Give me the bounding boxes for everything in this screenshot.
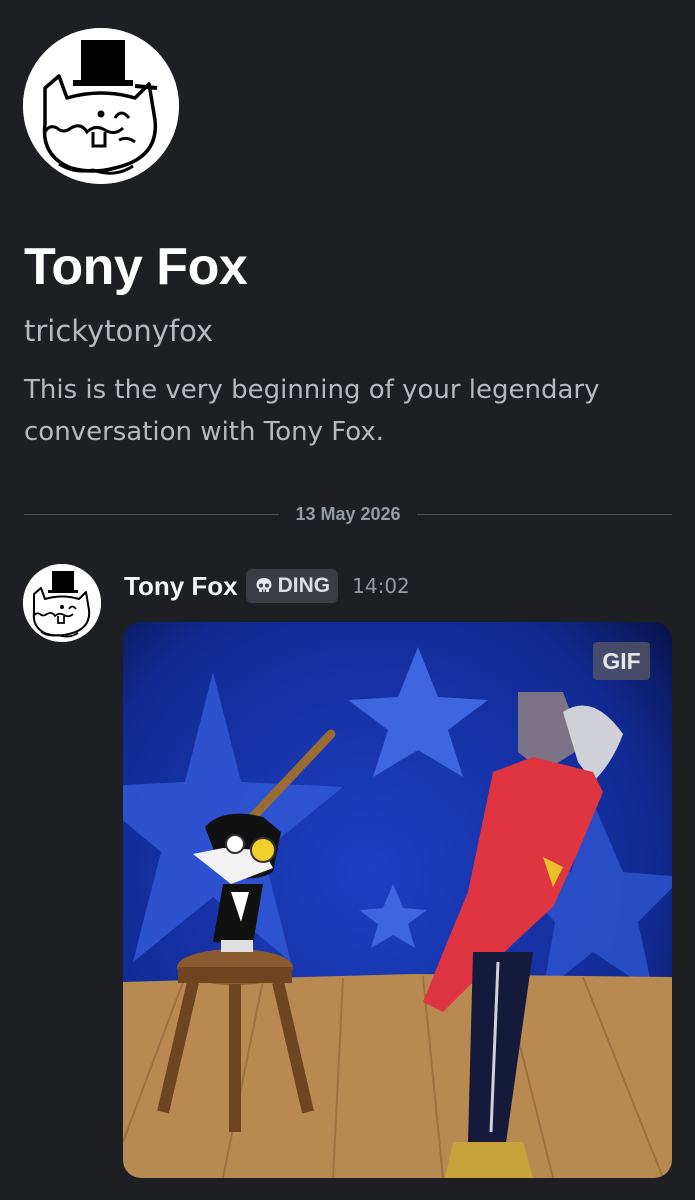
profile-display-name: Tony Fox [24,238,248,296]
server-tag-label: DING [277,574,331,597]
profile-avatar[interactable] [23,28,179,184]
gif-attachment[interactable]: GIF [123,622,672,1178]
message-header: Tony Fox DING 14:02 [124,568,410,604]
conversation-intro: This is the very beginning of your legen… [24,375,600,447]
message-author[interactable]: Tony Fox [124,571,238,602]
divider-line-left [24,513,280,515]
server-tag[interactable]: DING [245,569,339,603]
divider-line-right [416,513,672,515]
profile-username: trickytonyfox [24,314,214,348]
message-avatar[interactable] [23,564,101,642]
divider-date: 13 May 2026 [295,503,401,524]
cat-top-hat-avatar-image [23,28,179,184]
date-divider: 13 May 2026 [24,498,672,530]
gif-image [123,622,672,1178]
skull-icon [256,578,272,592]
cat-top-hat-avatar-image [23,564,101,642]
gif-badge: GIF [593,642,650,680]
message-timestamp[interactable]: 14:02 [352,574,410,598]
